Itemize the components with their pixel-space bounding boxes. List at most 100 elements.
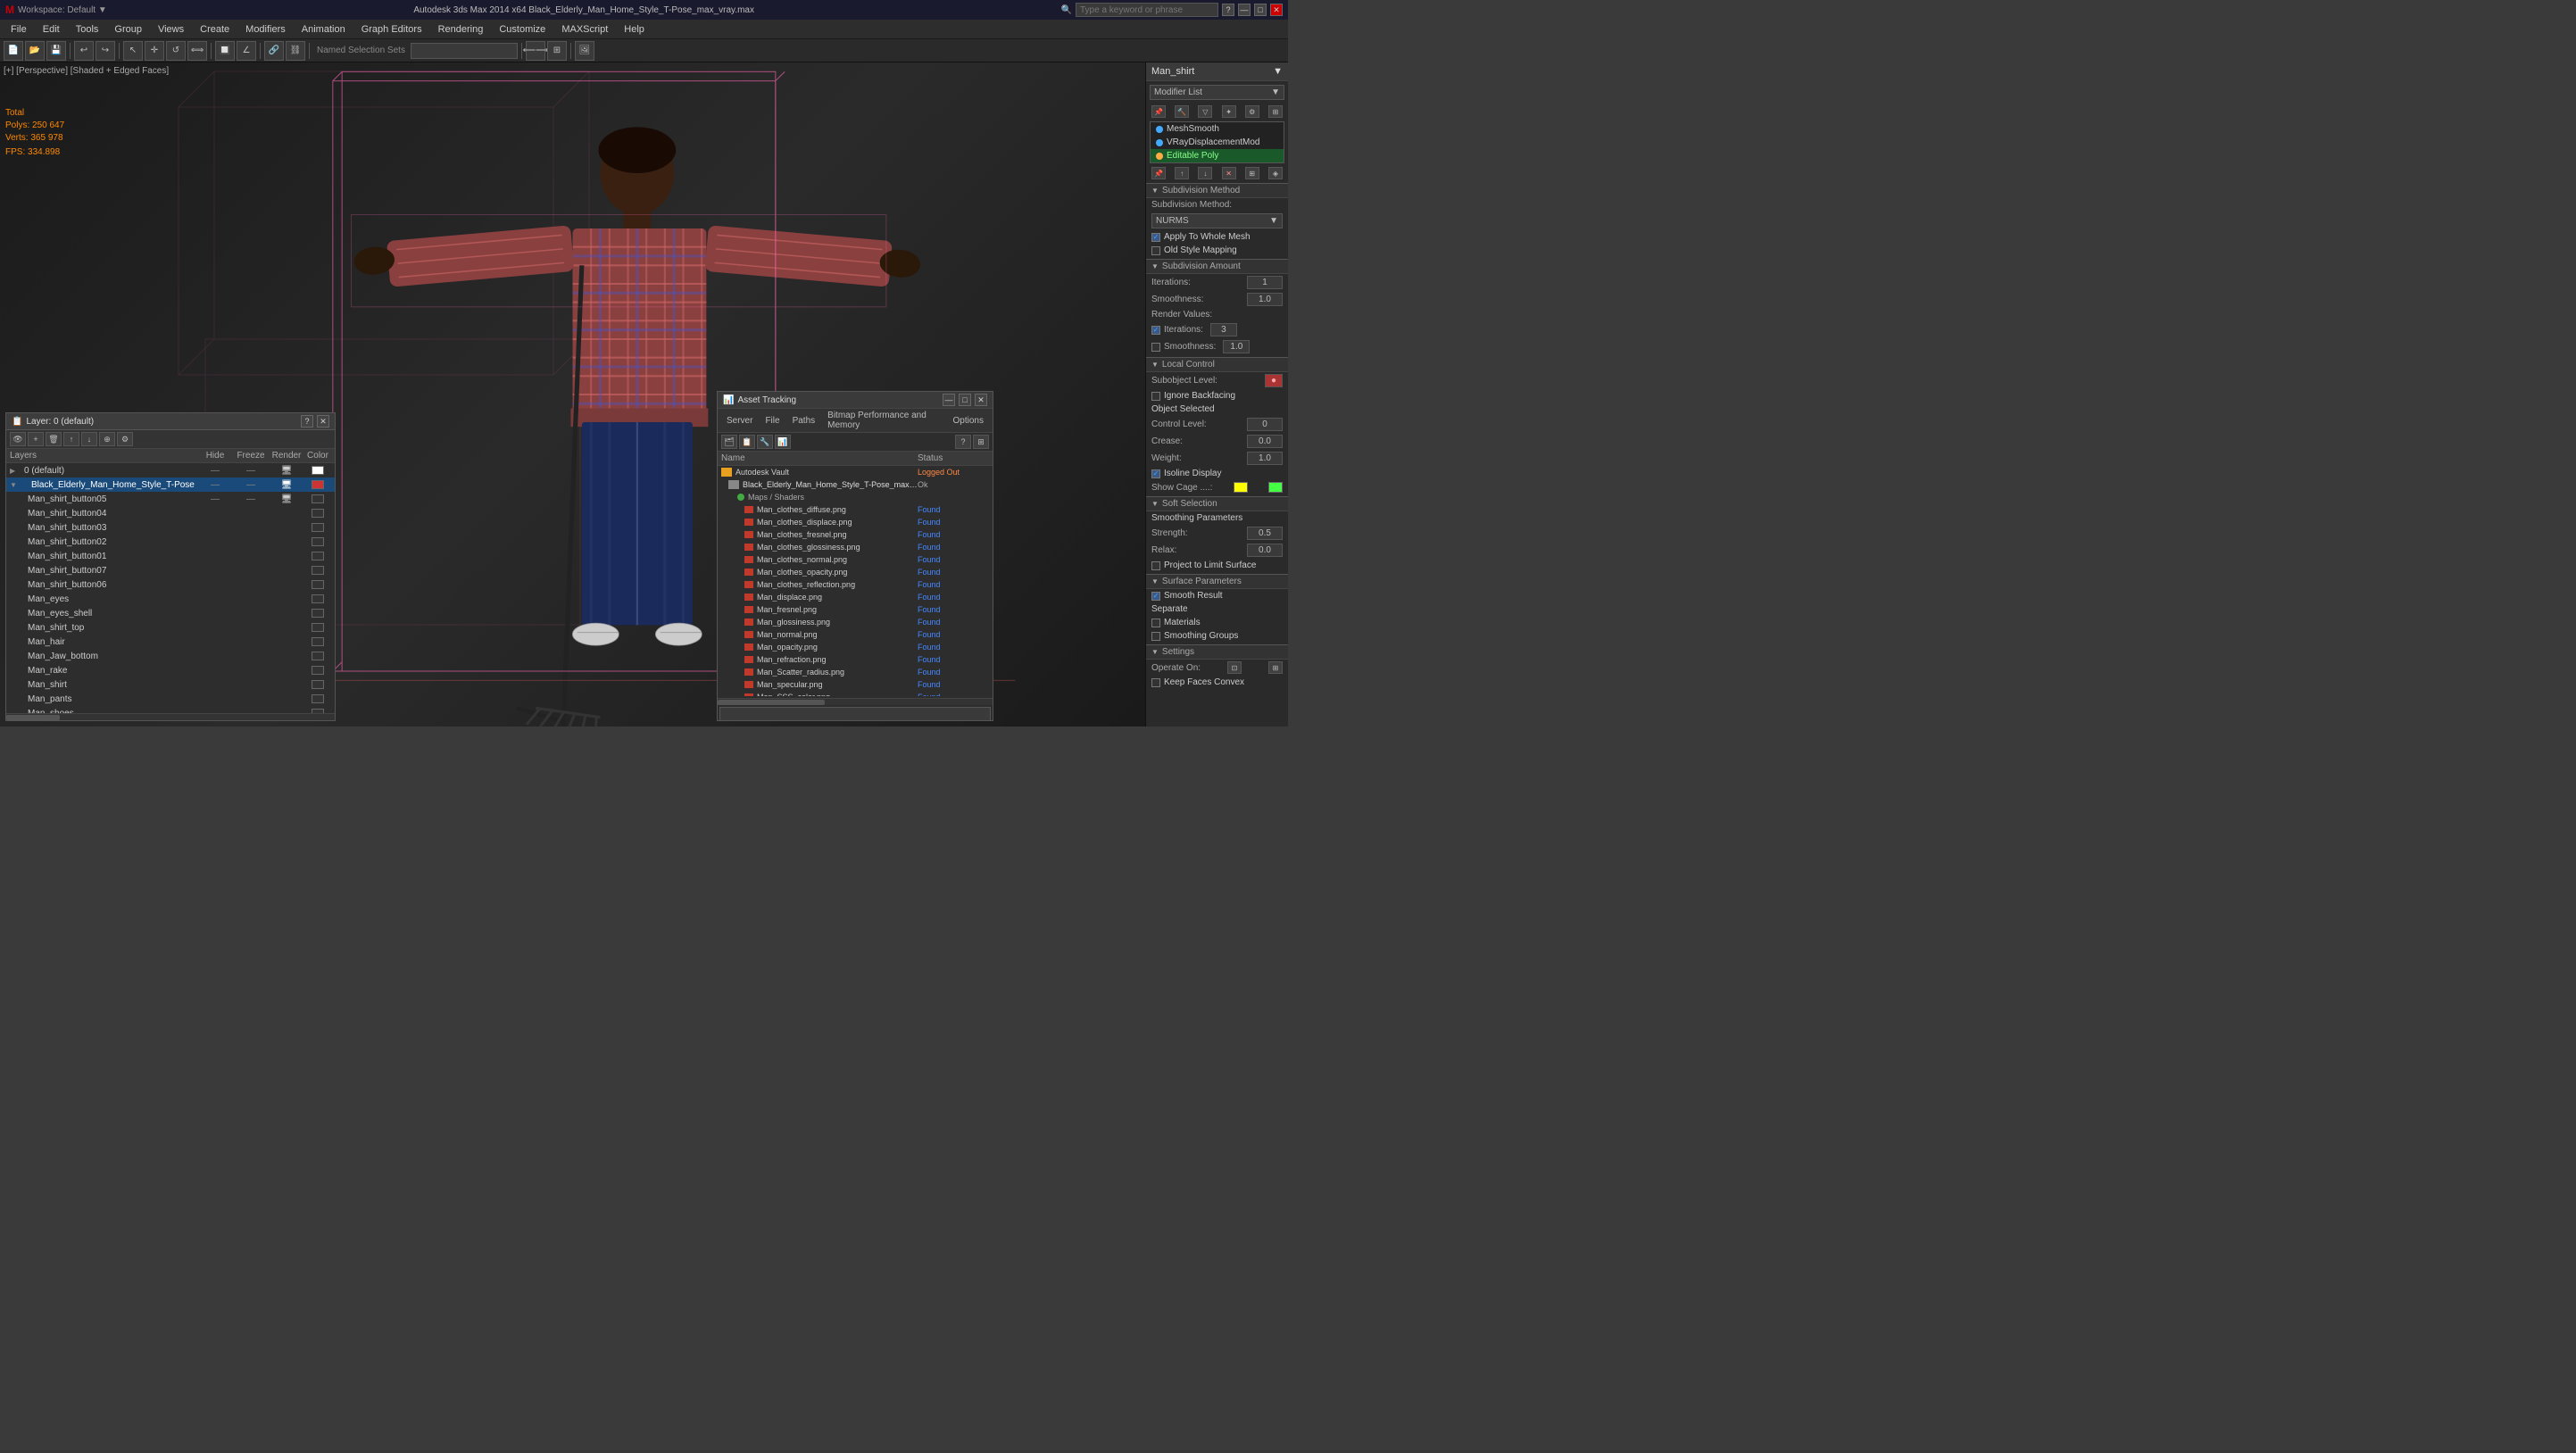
asset-menu-bitmap[interactable]: Bitmap Performance and Memory	[822, 410, 945, 431]
list-item[interactable]: Man_shirt_button01	[6, 549, 335, 563]
list-item[interactable]: Man_rake	[6, 663, 335, 677]
ignore-backfacing-cb[interactable]	[1151, 392, 1160, 401]
mod-funnel-btn[interactable]: ▽	[1198, 105, 1212, 118]
layers-move-up[interactable]: ↑	[63, 432, 79, 446]
list-item[interactable]: Man_Jaw_bottom	[6, 649, 335, 663]
mod-collapse-btn[interactable]: ⊞	[1245, 167, 1259, 179]
layers-delete[interactable]: 🗑	[46, 432, 62, 446]
asset-expand-btn[interactable]: ⊞	[973, 435, 989, 449]
menu-animation[interactable]: Animation	[295, 22, 353, 37]
apply-whole-mesh-cb[interactable]: ✓	[1151, 233, 1160, 242]
sublevel-value[interactable]: ●	[1265, 374, 1283, 387]
project-cb[interactable]	[1151, 561, 1160, 570]
menu-edit[interactable]: Edit	[36, 22, 67, 37]
list-item[interactable]: Man_clothes_normal.png Found	[718, 553, 993, 566]
isoline-cb[interactable]: ✓	[1151, 469, 1160, 478]
list-item[interactable]: Man_clothes_diffuse.png Found	[718, 503, 993, 516]
list-item[interactable]: Man_eyes_shell	[6, 606, 335, 620]
list-item[interactable]: Man_shirt_button07	[6, 563, 335, 577]
asset-btn-3[interactable]: 🔧	[757, 435, 773, 449]
toolbar-undo[interactable]: ↩	[74, 41, 94, 61]
toolbar-open[interactable]: 📂	[25, 41, 45, 61]
asset-path-input[interactable]	[719, 707, 991, 721]
asset-btn-2[interactable]: 📋	[739, 435, 755, 449]
asset-close-btn[interactable]: ✕	[975, 394, 987, 406]
menu-customize[interactable]: Customize	[492, 22, 553, 37]
operate-btn2[interactable]: ⊞	[1268, 661, 1283, 674]
section-soft-selection[interactable]: ▼ Soft Selection	[1146, 496, 1288, 511]
stack-item-meshsmooth[interactable]: MeshSmooth	[1151, 122, 1284, 136]
asset-maximize-btn[interactable]: □	[959, 394, 971, 406]
menu-help[interactable]: Help	[617, 22, 652, 37]
toolbar-redo[interactable]: ↪	[96, 41, 115, 61]
menu-maxscript[interactable]: MAXScript	[554, 22, 615, 37]
asset-btn-4[interactable]: 📊	[775, 435, 791, 449]
mod-grid-btn[interactable]: ⊞	[1268, 105, 1283, 118]
crease-value[interactable]: 0.0	[1247, 435, 1283, 448]
toolbar-unlink[interactable]: ⛓	[286, 41, 305, 61]
list-item[interactable]: Man_opacity.png Found	[718, 641, 993, 653]
layers-add[interactable]: +	[28, 432, 44, 446]
smooth-value[interactable]: 1.0	[1247, 293, 1283, 306]
smooth-result-cb[interactable]: ✓	[1151, 592, 1160, 601]
name-dropdown-arrow[interactable]: ▼	[1273, 66, 1283, 77]
list-item[interactable]: Man_shirt_button04	[6, 506, 335, 520]
toolbar-align[interactable]: ⊞	[547, 41, 567, 61]
mod-pin-btn[interactable]: 📌	[1151, 105, 1166, 118]
layers-scrollbar[interactable]	[6, 713, 335, 720]
viewport[interactable]: [+] [Perspective] [Shaded + Edged Faces]…	[0, 62, 1145, 726]
ctrl-level-value[interactable]: 0	[1247, 418, 1283, 431]
stack-item-vray[interactable]: VRayDisplacementMod	[1151, 136, 1284, 149]
mod-hammer-btn[interactable]: 🔨	[1175, 105, 1189, 118]
list-item[interactable]: Man_shirt_button02	[6, 535, 335, 549]
section-settings[interactable]: ▼ Settings	[1146, 644, 1288, 660]
materials-cb[interactable]	[1151, 619, 1160, 627]
asset-menu-file[interactable]: File	[760, 415, 785, 427]
list-item[interactable]: Man_glossiness.png Found	[718, 616, 993, 628]
list-item[interactable]: Maps / Shaders	[718, 491, 993, 503]
modifier-list-dropdown[interactable]: Modifier List ▼	[1150, 85, 1284, 100]
keep-faces-cb[interactable]	[1151, 678, 1160, 687]
mod-pin2-btn[interactable]: 📌	[1151, 167, 1166, 179]
list-item[interactable]: Man_Scatter_radius.png Found	[718, 666, 993, 678]
toolbar-render[interactable]: 🖼	[575, 41, 594, 61]
help-btn[interactable]: ?	[1222, 4, 1234, 16]
relax-value[interactable]: 0.0	[1247, 544, 1283, 557]
list-item[interactable]: Man_clothes_glossiness.png Found	[718, 541, 993, 553]
list-item[interactable]: ▶ 0 (default) — — 🖥	[6, 463, 335, 477]
asset-menu-paths[interactable]: Paths	[787, 415, 821, 427]
layers-question-btn[interactable]: ?	[301, 415, 313, 428]
nurms-dropdown[interactable]: NURMS ▼	[1151, 213, 1283, 228]
mod-make-unique-btn[interactable]: ◈	[1268, 167, 1283, 179]
mod-config-btn[interactable]: ⚙	[1245, 105, 1259, 118]
smoothing-groups-cb[interactable]	[1151, 632, 1160, 641]
asset-help-btn[interactable]: ?	[955, 435, 971, 449]
list-item[interactable]: Man_displace.png Found	[718, 591, 993, 603]
menu-modifiers[interactable]: Modifiers	[238, 22, 293, 37]
asset-minimize-btn[interactable]: —	[943, 394, 955, 406]
toolbar-link[interactable]: 🔗	[264, 41, 284, 61]
stack-item-editable-poly[interactable]: Editable Poly	[1151, 149, 1284, 162]
layers-move-down[interactable]: ↓	[81, 432, 97, 446]
list-item[interactable]: Man_clothes_displace.png Found	[718, 516, 993, 528]
weight-value[interactable]: 1.0	[1247, 452, 1283, 465]
list-item[interactable]: Man_SSS_color.png Found _	[718, 691, 993, 696]
cage-color-yellow[interactable]	[1234, 482, 1248, 493]
list-item[interactable]: Autodesk Vault Logged Out	[718, 466, 993, 478]
list-item[interactable]: Man_clothes_fresnel.png Found	[718, 528, 993, 541]
menu-views[interactable]: Views	[151, 22, 191, 37]
section-subdivision-method[interactable]: ▼ Subdivision Method	[1146, 183, 1288, 198]
maximize-btn[interactable]: □	[1254, 4, 1267, 16]
toolbar-move[interactable]: ✛	[145, 41, 164, 61]
list-item[interactable]: Man_refraction.png Found	[718, 653, 993, 666]
toolbar-save[interactable]: 💾	[46, 41, 66, 61]
list-item[interactable]: ▼ Black_Elderly_Man_Home_Style_T-Pose — …	[6, 477, 335, 492]
asset-btn-1[interactable]: 🗂	[721, 435, 737, 449]
toolbar-angle[interactable]: ∠	[237, 41, 256, 61]
old-style-cb[interactable]	[1151, 246, 1160, 255]
mod-move-up-btn[interactable]: ↑	[1175, 167, 1189, 179]
asset-menu-options[interactable]: Options	[948, 415, 989, 427]
layers-properties[interactable]: ⚙	[117, 432, 133, 446]
iter-value[interactable]: 1	[1247, 276, 1283, 289]
list-item[interactable]: Man_shirt_button05 — — 🖥	[6, 492, 335, 506]
